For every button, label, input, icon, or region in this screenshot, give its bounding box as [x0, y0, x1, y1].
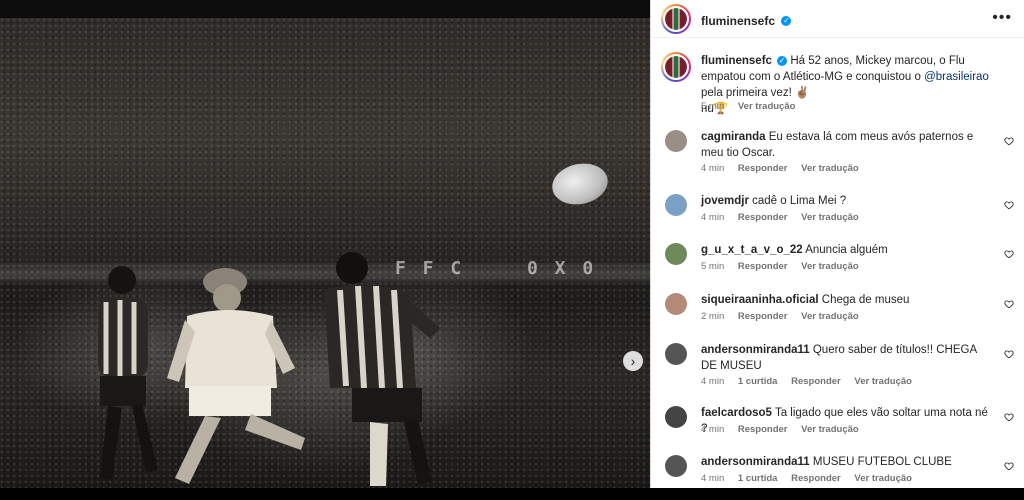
post-side-panel: fluminensefc ✓ ••• fluminensefc ✓ Há 52 … — [650, 0, 1024, 488]
more-options-icon[interactable]: ••• — [992, 9, 1012, 27]
comment-time: 4 min — [701, 473, 725, 484]
caption-mention-link[interactable]: @brasileirao — [924, 71, 989, 83]
see-translation-button[interactable]: Ver tradução — [801, 163, 859, 174]
comment-text: siqueiraaninha.oficial Chega de museu — [701, 292, 991, 308]
comment-body: Anuncia alguém — [805, 244, 888, 256]
comment-username[interactable]: faelcardoso5 — [701, 407, 772, 419]
comment-time: 4 min — [701, 163, 725, 174]
see-translation-button[interactable]: Ver tradução — [801, 424, 859, 435]
comment-time: 2 min — [701, 311, 725, 322]
comment-item: faelcardoso5 Ta ligado que eles vão solt… — [651, 403, 1024, 451]
comment-body: Chega de museu — [821, 294, 910, 306]
player-center — [167, 268, 305, 484]
comment-meta: 4 min Responder Ver tradução — [701, 212, 870, 223]
like-heart-icon[interactable] — [1004, 200, 1014, 210]
media-top-bar — [0, 0, 650, 18]
comment-meta: 4 min 1 curtida Responder Ver tradução — [701, 376, 923, 387]
comment-text: g_u_x_t_a_v_o_22 Anuncia alguém — [701, 242, 991, 258]
verified-badge-icon: ✓ — [781, 15, 792, 26]
commenter-avatar[interactable] — [665, 194, 687, 216]
comment-username[interactable]: andersonmiranda11 — [701, 456, 810, 468]
comment-username[interactable]: andersonmiranda11 — [701, 344, 810, 356]
post-photo[interactable]: F F C 0 X 0 › — [0, 18, 650, 488]
comment-item: andersonmiranda11 Quero saber de títulos… — [651, 340, 1024, 388]
comment-item: g_u_x_t_a_v_o_22 Anuncia alguém 5 min Re… — [651, 240, 1024, 288]
see-translation-button[interactable]: Ver tradução — [801, 212, 859, 223]
commenter-avatar[interactable] — [665, 343, 687, 365]
verified-badge-icon: ✓ — [777, 55, 788, 66]
comment-meta: 5 min Responder Ver tradução — [701, 261, 870, 272]
comment-meta: 2 min Responder Ver tradução — [701, 311, 870, 322]
comment-likes[interactable]: 1 curtida — [738, 376, 778, 387]
commenter-avatar[interactable] — [665, 130, 687, 152]
comment-time: 4 min — [701, 376, 725, 387]
reply-button[interactable]: Responder — [738, 163, 788, 174]
comment-meta: 4 min Responder Ver tradução — [701, 163, 870, 174]
like-heart-icon[interactable] — [1004, 299, 1014, 309]
caption-see-translation[interactable]: Ver tradução — [738, 101, 796, 112]
reply-button[interactable]: Responder — [738, 212, 788, 223]
comment-item: siqueiraaninha.oficial Chega de museu 2 … — [651, 290, 1024, 338]
caption-body-rest: pela primeira vez! ✌🏽 — [701, 87, 810, 99]
comment-item: cagmiranda Eu estava lá com meus avós pa… — [651, 127, 1024, 175]
comment-username[interactable]: jovemdjr — [701, 195, 749, 207]
see-translation-button[interactable]: Ver tradução — [854, 473, 912, 484]
like-heart-icon[interactable] — [1004, 136, 1014, 146]
comment-username[interactable]: g_u_x_t_a_v_o_22 — [701, 244, 803, 256]
reply-button[interactable]: Responder — [738, 311, 788, 322]
comment-time: 4 min — [701, 212, 725, 223]
comment-text: andersonmiranda11 Quero saber de títulos… — [701, 342, 991, 374]
commenter-avatar[interactable] — [665, 293, 687, 315]
commenter-avatar[interactable] — [665, 455, 687, 477]
author-username[interactable]: fluminensefc — [701, 14, 775, 28]
caption-author-avatar[interactable] — [661, 52, 691, 82]
comment-body: MUSEU FUTEBOL CLUBE — [812, 456, 952, 468]
post-header: fluminensefc ✓ ••• — [651, 0, 1024, 38]
comment-likes[interactable]: 1 curtida — [738, 473, 778, 484]
scoreboard-right: 0 X 0 — [527, 258, 597, 279]
like-heart-icon[interactable] — [1004, 249, 1014, 259]
comment-username[interactable]: cagmiranda — [701, 131, 766, 143]
commenter-avatar[interactable] — [665, 406, 687, 428]
see-translation-button[interactable]: Ver tradução — [854, 376, 912, 387]
reply-button[interactable]: Responder — [738, 261, 788, 272]
comment-body: cadê o Lima Mei ? — [752, 195, 847, 207]
comment-text: cagmiranda Eu estava lá com meus avós pa… — [701, 129, 991, 161]
see-translation-button[interactable]: Ver tradução — [801, 311, 859, 322]
post-caption: fluminensefc ✓ Há 52 anos, Mickey marcou… — [651, 52, 1024, 122]
club-crest-icon — [665, 56, 687, 78]
caption-time: 5 min — [701, 101, 725, 112]
caption-username[interactable]: fluminensefc — [701, 55, 772, 67]
comment-time: 4 min — [701, 424, 725, 435]
club-crest-icon — [665, 8, 687, 30]
caption-meta: 5 min Ver tradução — [701, 101, 806, 112]
player-right — [324, 252, 440, 486]
next-photo-button[interactable]: › — [623, 351, 643, 371]
comment-meta: 4 min Responder Ver tradução — [701, 424, 870, 435]
like-heart-icon[interactable] — [1004, 412, 1014, 422]
see-translation-button[interactable]: Ver tradução — [801, 261, 859, 272]
reply-button[interactable]: Responder — [791, 473, 841, 484]
comment-item: andersonmiranda11 MUSEU FUTEBOL CLUBE 4 … — [651, 452, 1024, 500]
comment-item: jovemdjr cadê o Lima Mei ? 4 min Respond… — [651, 191, 1024, 239]
comment-meta: 4 min 1 curtida Responder Ver tradução — [701, 473, 923, 484]
like-heart-icon[interactable] — [1004, 349, 1014, 359]
author-avatar[interactable] — [661, 4, 691, 34]
like-heart-icon[interactable] — [1004, 461, 1014, 471]
comment-text: jovemdjr cadê o Lima Mei ? — [701, 193, 991, 209]
reply-button[interactable]: Responder — [738, 424, 788, 435]
commenter-avatar[interactable] — [665, 243, 687, 265]
chevron-right-icon: › — [630, 353, 636, 369]
reply-button[interactable]: Responder — [791, 376, 841, 387]
comment-username[interactable]: siqueiraaninha.oficial — [701, 294, 819, 306]
comment-text: andersonmiranda11 MUSEU FUTEBOL CLUBE — [701, 454, 991, 470]
comment-time: 5 min — [701, 261, 725, 272]
